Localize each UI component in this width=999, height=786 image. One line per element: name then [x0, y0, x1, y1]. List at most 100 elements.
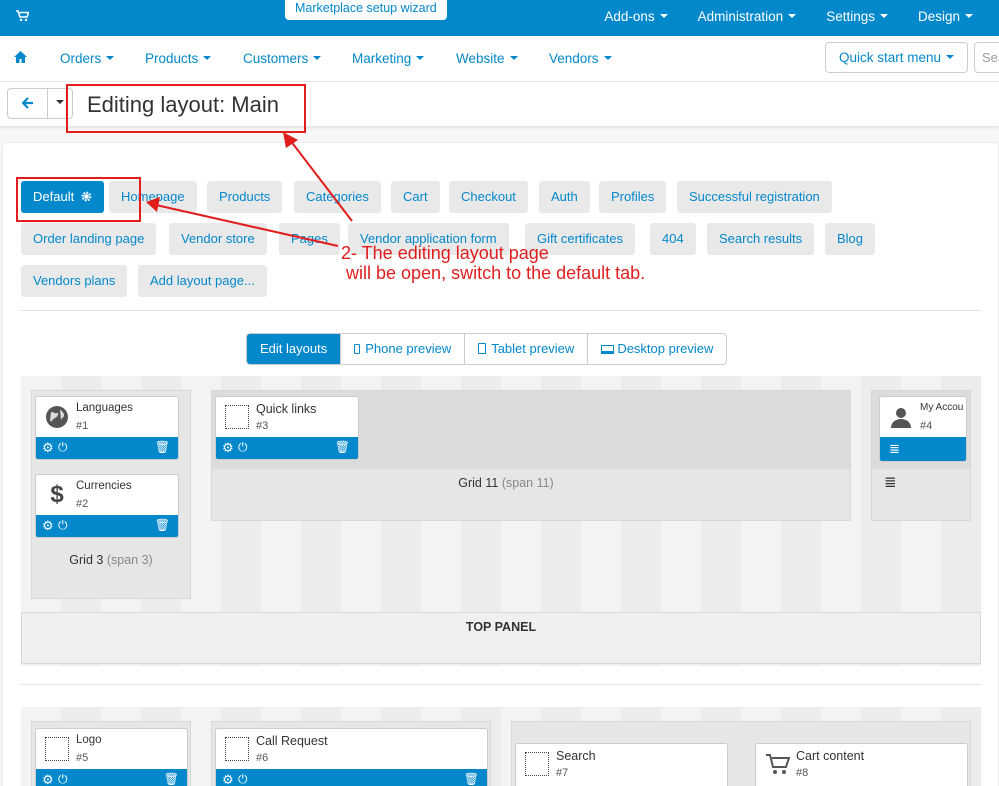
preview-mode-switch: Edit layouts Phone preview Tablet previe…	[246, 333, 728, 365]
block-quick-links[interactable]: Quick links #3 ⚙ ⏻ 🗑	[215, 396, 359, 460]
annotation-text: 2- The editing layout page will be open,…	[341, 243, 646, 283]
nav-marketing[interactable]: Marketing	[352, 51, 425, 66]
tab-profiles[interactable]: Profiles	[599, 181, 667, 213]
power-icon[interactable]: ⏻	[58, 772, 68, 786]
addons-menu[interactable]: Add-ons	[589, 0, 682, 36]
annotation-box-default-tab	[16, 177, 141, 222]
trash-icon[interactable]: 🗑	[155, 518, 170, 532]
annotation-box-title	[66, 84, 306, 133]
top-bar: Marketplace setup wizard Add-ons Adminis…	[0, 0, 999, 36]
cart-icon[interactable]	[16, 10, 30, 25]
divider	[21, 310, 981, 311]
tab-vendors-plans[interactable]: Vendors plans	[21, 265, 128, 297]
dollar-icon: $	[50, 481, 64, 508]
tab-checkout[interactable]: Checkout	[449, 181, 528, 213]
nav-website[interactable]: Website	[456, 51, 518, 66]
chevron-down-icon	[509, 56, 518, 60]
back-button[interactable]	[7, 88, 48, 119]
block-search[interactable]: Search #7	[515, 743, 728, 786]
tab-pages[interactable]: Pages	[279, 223, 340, 255]
add-layout-page-button[interactable]: Add layout page...	[138, 265, 267, 297]
desktop-preview-button[interactable]: Desktop preview	[587, 334, 726, 364]
tab-vendor-store[interactable]: Vendor store	[169, 223, 267, 255]
block-toolbar: ⚙ ⏻ 🗑	[216, 769, 487, 786]
chevron-down-icon	[659, 14, 668, 18]
power-icon[interactable]: ⏻	[58, 518, 68, 533]
quick-start-menu-button[interactable]: Quick start menu	[825, 42, 968, 73]
power-icon[interactable]: ⏻	[238, 440, 248, 455]
search-input[interactable]: Search	[974, 42, 999, 73]
tab-categories[interactable]: Categories	[294, 181, 381, 213]
chevron-down-icon	[313, 56, 322, 60]
main-nav: Orders Products Customers Marketing Webs…	[0, 36, 999, 82]
chevron-down-icon	[946, 55, 955, 59]
block-placeholder-icon	[45, 737, 69, 761]
chevron-down-icon	[203, 56, 212, 60]
trash-icon[interactable]: 🗑	[464, 772, 479, 786]
nav-orders[interactable]: Orders	[60, 51, 115, 66]
nav-customers[interactable]: Customers	[243, 51, 322, 66]
arrow-left-icon	[20, 97, 33, 109]
chevron-down-icon	[965, 14, 973, 18]
globe-icon	[45, 405, 69, 429]
block-currencies[interactable]: $ Currencies #2 ⚙ ⏻ 🗑	[35, 474, 179, 538]
edit-layouts-button[interactable]: Edit layouts	[247, 334, 341, 364]
tab-search-results[interactable]: Search results	[707, 223, 815, 255]
grid-3-label: Grid 3 (span 3)	[69, 553, 153, 567]
user-icon	[889, 405, 913, 429]
gear-icon[interactable]: ⚙	[222, 772, 234, 786]
gear-icon[interactable]: ⚙	[42, 772, 54, 786]
design-menu[interactable]: Design	[903, 0, 999, 36]
tab-cart[interactable]: Cart	[391, 181, 440, 213]
tab-successful-registration[interactable]: Successful registration	[677, 181, 832, 213]
block-cart-content[interactable]: Cart content #8	[755, 743, 968, 786]
tab-auth[interactable]: Auth	[539, 181, 590, 213]
power-icon[interactable]: ⏻	[58, 440, 68, 455]
block-placeholder-icon	[225, 405, 249, 429]
block-toolbar: ⚙ ⏻ 🗑	[36, 515, 178, 537]
top-nav: Add-ons Administration Settings Design	[589, 0, 999, 36]
phone-icon	[354, 344, 361, 354]
power-icon[interactable]: ⏻	[238, 772, 248, 786]
tab-products[interactable]: Products	[207, 181, 283, 213]
tablet-icon	[478, 343, 487, 354]
trash-icon[interactable]: 🗑	[335, 440, 350, 454]
administration-menu[interactable]: Administration	[683, 0, 812, 36]
desktop-icon	[601, 345, 615, 354]
list-icon[interactable]: ≣	[884, 473, 897, 491]
trash-icon[interactable]: 🗑	[155, 440, 170, 454]
chevron-down-icon	[416, 56, 425, 60]
nav-vendors[interactable]: Vendors	[549, 51, 612, 66]
chevron-down-icon	[603, 56, 612, 60]
block-languages[interactable]: Languages #1 ⚙ ⏻ 🗑	[35, 396, 179, 460]
block-call-request[interactable]: Call Request #6 ⚙ ⏻ 🗑	[215, 728, 488, 786]
home-icon[interactable]	[14, 51, 27, 66]
gear-icon[interactable]: ⚙	[222, 440, 234, 456]
block-placeholder-icon	[525, 752, 549, 776]
chevron-down-icon	[788, 14, 797, 18]
settings-menu[interactable]: Settings	[811, 0, 903, 36]
chevron-down-icon	[106, 56, 115, 60]
trash-icon[interactable]: 🗑	[164, 772, 179, 786]
block-toolbar: ⚙ ⏻ 🗑	[36, 437, 178, 459]
nav-products[interactable]: Products	[145, 51, 212, 66]
block-placeholder-icon	[225, 737, 249, 761]
phone-preview-button[interactable]: Phone preview	[340, 334, 464, 364]
top-panel-container[interactable]: TOP PANEL	[21, 612, 981, 664]
tablet-preview-button[interactable]: Tablet preview	[464, 334, 587, 364]
divider	[21, 684, 981, 685]
block-toolbar: ≣	[880, 437, 966, 461]
block-my-account[interactable]: My Accou #4 ≣	[879, 396, 967, 462]
tab-404[interactable]: 404	[650, 223, 696, 255]
chevron-down-icon	[879, 14, 888, 18]
chevron-down-icon	[56, 100, 64, 104]
gear-icon[interactable]: ⚙	[42, 518, 54, 534]
gear-icon[interactable]: ⚙	[42, 440, 54, 456]
tab-blog[interactable]: Blog	[825, 223, 876, 255]
block-logo[interactable]: Logo #5 ⚙ ⏻ 🗑	[35, 728, 188, 786]
block-toolbar: ⚙ ⏻ 🗑	[216, 437, 358, 459]
list-icon[interactable]: ≣	[889, 441, 900, 457]
cart-icon	[765, 752, 791, 776]
tab-order-landing-page[interactable]: Order landing page	[21, 223, 157, 255]
setup-wizard-button[interactable]: Marketplace setup wizard	[285, 0, 447, 20]
